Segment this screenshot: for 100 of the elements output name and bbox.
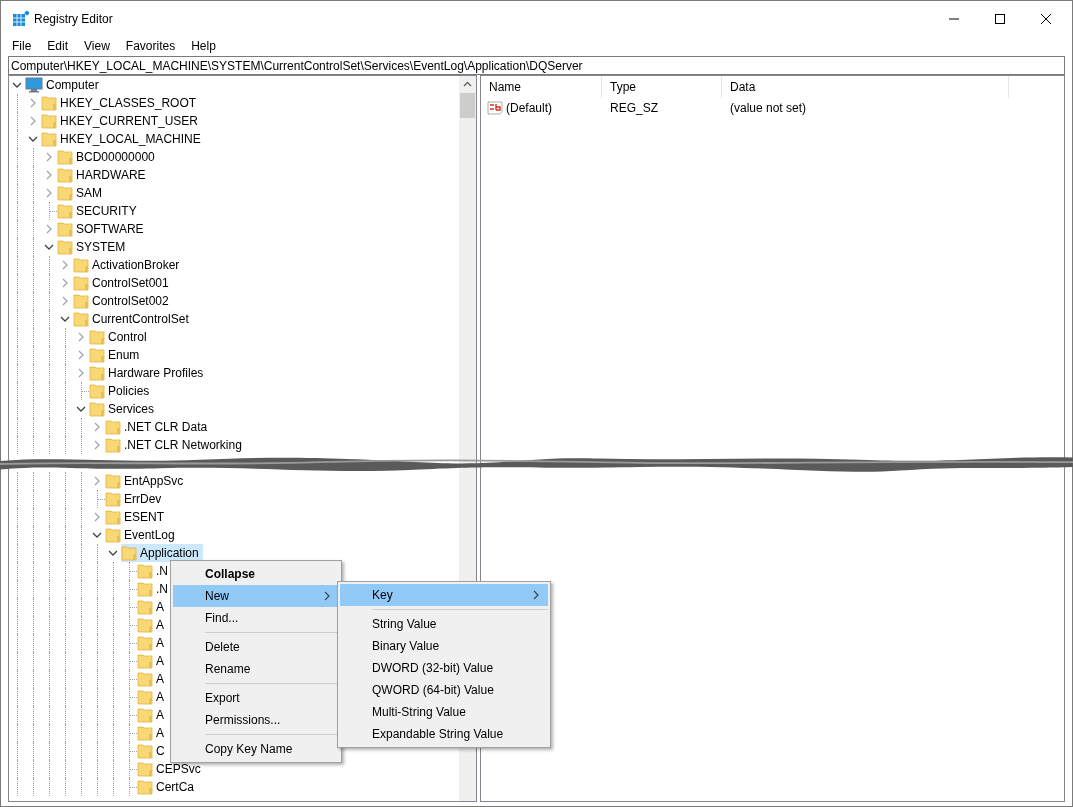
scrollbar-thumb[interactable] — [460, 93, 475, 118]
tree-item[interactable]: SOFTWARE — [57, 220, 148, 238]
folder-icon — [137, 689, 153, 705]
folder-icon — [57, 203, 73, 219]
tree-item[interactable]: A — [137, 652, 168, 670]
menu-item[interactable]: Key — [340, 584, 548, 606]
folder-icon — [105, 491, 121, 507]
folder-icon — [105, 419, 121, 435]
column-header[interactable]: Name — [481, 76, 602, 98]
menu-item[interactable]: Copy Key Name — [173, 738, 339, 760]
tree-item[interactable]: HKEY_CURRENT_USER — [41, 112, 203, 130]
tree-item[interactable]: BCD00000000 — [57, 148, 159, 166]
folder-icon — [137, 599, 153, 615]
tree-item[interactable]: A — [137, 634, 168, 652]
tree-item[interactable]: A — [137, 598, 168, 616]
menu-item[interactable]: Rename — [173, 658, 339, 680]
registry-cubes-icon — [13, 11, 29, 27]
folder-icon — [41, 95, 57, 111]
tree-item[interactable]: .N — [137, 562, 172, 580]
folder-icon — [137, 617, 153, 633]
tree-item[interactable]: EntAppSvc — [105, 472, 188, 490]
menu-bar-item[interactable]: View — [76, 37, 118, 55]
tree-item[interactable]: HKEY_LOCAL_MACHINE — [41, 130, 205, 148]
tree-item[interactable]: .NET CLR Data — [105, 418, 212, 436]
folder-icon — [57, 239, 73, 255]
folder-icon — [73, 275, 89, 291]
menu-item[interactable]: Find... — [173, 607, 339, 629]
folder-icon — [121, 545, 137, 561]
folder-icon — [57, 185, 73, 201]
tree-item[interactable]: CurrentControlSet — [73, 310, 193, 328]
folder-icon — [73, 311, 89, 327]
menu-item[interactable]: String Value — [340, 613, 548, 635]
menu-item[interactable]: QWORD (64-bit) Value — [340, 679, 548, 701]
column-header[interactable]: Type — [602, 76, 722, 98]
tree-item[interactable]: A — [137, 670, 168, 688]
tree-item[interactable]: CEPSvc — [137, 760, 205, 778]
folder-icon — [41, 113, 57, 129]
folder-icon — [137, 635, 153, 651]
tree-item[interactable]: ESENT — [105, 508, 168, 526]
computer-icon — [25, 77, 43, 93]
folder-icon — [105, 509, 121, 525]
folder-icon — [89, 383, 105, 399]
tree-item[interactable]: Policies — [89, 382, 154, 400]
close-icon — [1041, 14, 1051, 24]
menu-bar-item[interactable]: File — [4, 37, 40, 55]
menu-bar-item[interactable]: Help — [183, 37, 224, 55]
folder-icon — [137, 779, 153, 795]
tree-item[interactable]: HKEY_CLASSES_ROOT — [41, 94, 201, 112]
tree-item[interactable]: HARDWARE — [57, 166, 150, 184]
tree-item[interactable]: A — [137, 724, 168, 742]
menu-item[interactable]: Multi-String Value — [340, 701, 548, 723]
address-bar[interactable]: Computer\HKEY_LOCAL_MACHINE\SYSTEM\CurrentControlSet\Services\EventLog\Application\DQServer — [8, 56, 1065, 75]
tree-item[interactable]: ErrDev — [105, 490, 166, 508]
menu-item[interactable]: Export — [173, 687, 339, 709]
folder-icon — [89, 401, 105, 417]
tree-item[interactable]: Application — [121, 544, 203, 562]
menu-item[interactable]: Expandable String Value — [340, 723, 548, 745]
folder-icon — [89, 347, 105, 363]
value-name[interactable]: (Default) — [506, 99, 552, 117]
tree-item[interactable]: A — [137, 616, 168, 634]
folder-icon — [105, 473, 121, 489]
tree-item[interactable]: Computer — [25, 76, 103, 94]
tree-item[interactable]: A — [137, 706, 168, 724]
folder-icon — [105, 437, 121, 453]
tree-item[interactable]: EventLog — [105, 526, 179, 544]
menu-item[interactable]: Delete — [173, 636, 339, 658]
tree-item[interactable]: Services — [89, 400, 158, 418]
menu-item[interactable]: Binary Value — [340, 635, 548, 657]
menu-bar-item[interactable]: Favorites — [117, 37, 184, 55]
tree-item[interactable]: SAM — [57, 184, 106, 202]
tree-item[interactable]: C — [137, 742, 169, 760]
tree-item[interactable]: CertCa — [137, 778, 198, 796]
tree-item[interactable]: ActivationBroker — [73, 256, 184, 274]
menu-item[interactable]: DWORD (32-bit) Value — [340, 657, 548, 679]
maximize-icon — [995, 14, 1005, 24]
folder-icon — [137, 581, 153, 597]
folder-icon — [137, 671, 153, 687]
tree-item[interactable]: Control — [89, 328, 151, 346]
folder-icon — [137, 563, 153, 579]
folder-icon — [105, 527, 121, 543]
window-title: Registry Editor — [34, 11, 113, 28]
folder-icon — [57, 167, 73, 183]
tree-item[interactable]: A — [137, 688, 168, 706]
folder-icon — [41, 131, 57, 147]
tree-item[interactable]: .N — [137, 580, 172, 598]
folder-icon — [73, 257, 89, 273]
tree-item[interactable]: SECURITY — [57, 202, 141, 220]
menu-item[interactable]: Collapse — [173, 563, 339, 585]
tree-item[interactable]: SYSTEM — [57, 238, 130, 256]
tree-item[interactable]: ControlSet002 — [73, 292, 173, 310]
tree-item[interactable]: Enum — [89, 346, 144, 364]
tree-item[interactable]: ControlSet001 — [73, 274, 173, 292]
menu-item[interactable]: New — [173, 585, 339, 607]
tree-item[interactable]: .NET CLR Networking — [105, 436, 246, 454]
column-header[interactable]: Data — [722, 76, 1009, 98]
folder-icon — [89, 365, 105, 381]
value-type: REG_SZ — [609, 100, 659, 117]
tree-item[interactable]: Hardware Profiles — [89, 364, 208, 382]
menu-bar-item[interactable]: Edit — [39, 37, 77, 55]
menu-item[interactable]: Permissions... — [173, 709, 339, 731]
